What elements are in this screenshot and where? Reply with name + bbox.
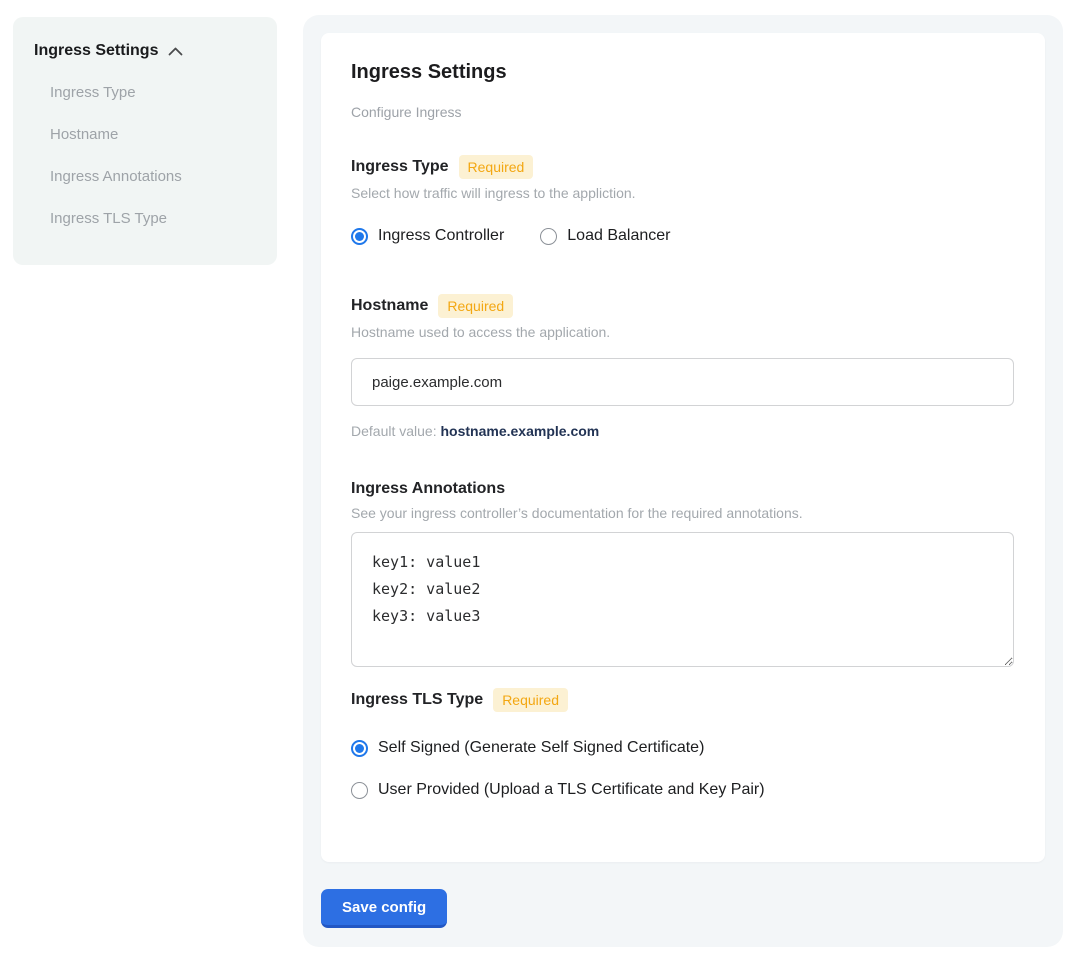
- hostname-label: Hostname: [351, 296, 428, 316]
- required-badge: Required: [493, 688, 568, 712]
- save-config-button[interactable]: Save config: [321, 889, 447, 928]
- required-badge: Required: [438, 294, 513, 318]
- ingress-settings-card: Ingress Settings Configure Ingress Ingre…: [321, 33, 1045, 862]
- hostname-input[interactable]: [351, 358, 1014, 406]
- radio-ingress-controller[interactable]: Ingress Controller: [351, 226, 504, 246]
- tls-type-label: Ingress TLS Type: [351, 690, 483, 710]
- radio-label: Load Balancer: [567, 226, 670, 246]
- tls-type-radio-group: Self Signed (Generate Self Signed Certif…: [351, 738, 1015, 800]
- annotations-label: Ingress Annotations: [351, 479, 505, 499]
- ingress-type-description: Select how traffic will ingress to the a…: [351, 184, 1015, 202]
- settings-panel: Ingress Settings Configure Ingress Ingre…: [303, 15, 1063, 947]
- radio-icon: [351, 740, 368, 757]
- default-value-text: hostname.example.com: [441, 423, 600, 439]
- radio-icon: [351, 782, 368, 799]
- annotations-textarea[interactable]: key1: value1 key2: value2 key3: value3: [351, 532, 1014, 667]
- ingress-type-label: Ingress Type: [351, 157, 449, 177]
- sidebar-item-hostname[interactable]: Hostname: [33, 125, 257, 145]
- radio-label: Ingress Controller: [378, 226, 504, 246]
- ingress-type-radio-group: Ingress Controller Load Balancer: [351, 226, 1015, 246]
- radio-label: User Provided (Upload a TLS Certificate …: [378, 780, 765, 800]
- radio-icon: [351, 228, 368, 245]
- hostname-default-line: Default value: hostname.example.com: [351, 422, 1015, 440]
- sidebar-item-ingress-annotations[interactable]: Ingress Annotations: [33, 167, 257, 187]
- annotations-description: See your ingress controller’s documentat…: [351, 504, 1015, 522]
- sidebar-item-ingress-tls-type[interactable]: Ingress TLS Type: [33, 209, 257, 229]
- default-value-label: Default value:: [351, 423, 437, 439]
- section-hostname: Hostname Required Hostname used to acces…: [351, 294, 1015, 440]
- page-title: Ingress Settings: [351, 60, 1015, 84]
- required-badge: Required: [459, 155, 534, 179]
- section-ingress-annotations: Ingress Annotations See your ingress con…: [351, 479, 1015, 667]
- radio-icon: [540, 228, 557, 245]
- sidebar-item-list: Ingress Type Hostname Ingress Annotation…: [33, 83, 257, 229]
- radio-self-signed[interactable]: Self Signed (Generate Self Signed Certif…: [351, 738, 704, 758]
- sidebar-section-toggle[interactable]: Ingress Settings: [33, 41, 257, 61]
- radio-label: Self Signed (Generate Self Signed Certif…: [378, 738, 704, 758]
- chevron-up-icon: [168, 47, 183, 56]
- section-ingress-tls-type: Ingress TLS Type Required Self Signed (G…: [351, 688, 1015, 800]
- sidebar-item-ingress-type[interactable]: Ingress Type: [33, 83, 257, 103]
- radio-user-provided[interactable]: User Provided (Upload a TLS Certificate …: [351, 780, 765, 800]
- radio-load-balancer[interactable]: Load Balancer: [540, 226, 670, 246]
- sidebar-section-title: Ingress Settings: [34, 41, 158, 61]
- hostname-description: Hostname used to access the application.: [351, 323, 1015, 341]
- section-ingress-type: Ingress Type Required Select how traffic…: [351, 155, 1015, 246]
- page-subtitle: Configure Ingress: [351, 103, 1015, 121]
- settings-sidebar: Ingress Settings Ingress Type Hostname I…: [13, 17, 277, 265]
